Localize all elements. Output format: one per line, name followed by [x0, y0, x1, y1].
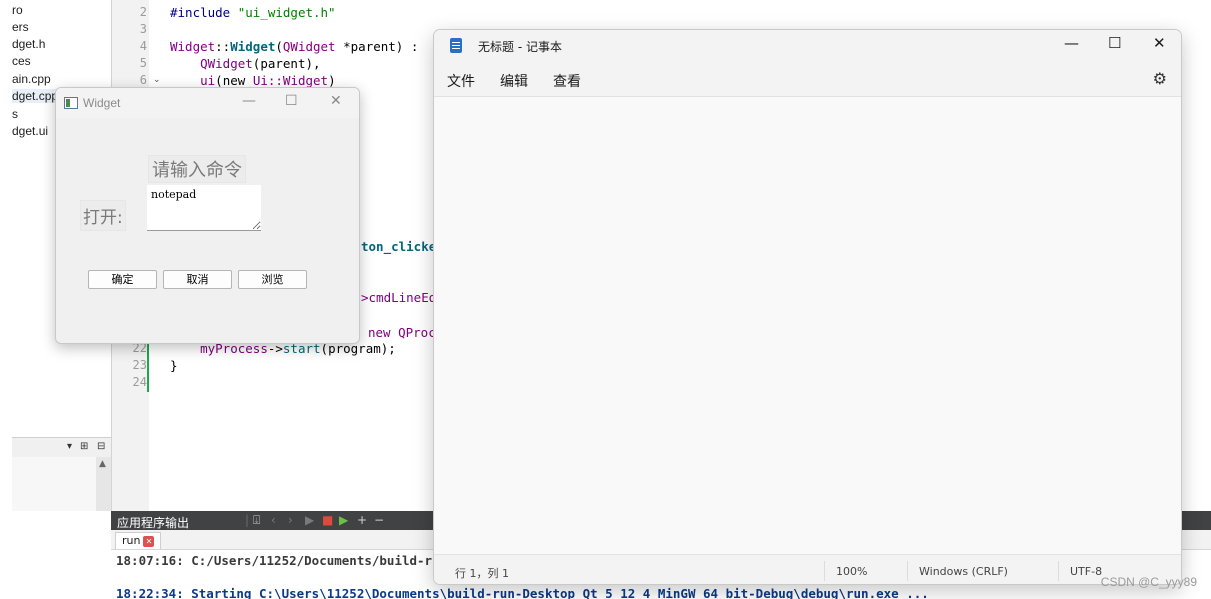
split-icon[interactable]: ⊞ — [80, 441, 88, 452]
cancel-button[interactable]: 取消 — [163, 270, 232, 289]
ok-button[interactable]: 确定 — [88, 270, 157, 289]
open-label: 打开: — [80, 200, 126, 231]
line-ending: Windows (CRLF) — [919, 565, 1008, 578]
maximize-icon[interactable]: ☐ — [1108, 34, 1121, 52]
minimize-icon[interactable]: — — [1064, 34, 1079, 52]
tree-item[interactable]: ers — [12, 20, 29, 34]
debug-icon[interactable]: ▶ — [339, 513, 348, 527]
bottom-panel-header: ▾ ⊞ ⊟ — [12, 437, 111, 457]
line-number: 3 — [139, 22, 147, 36]
close-icon[interactable]: ✕ — [1153, 34, 1166, 52]
line-number: 24 — [132, 375, 147, 389]
watermark: CSDN @C_yyy89 — [1100, 575, 1197, 589]
stop-icon[interactable]: ■ — [322, 513, 333, 527]
notepad-window: 无标题 - 记事本 — ☐ ✕ 文件 编辑 查看 ⚙ 行 1，列 1 100% … — [433, 29, 1182, 585]
tree-item[interactable]: ro — [12, 3, 23, 17]
code-line: ui(new Ui::Widget) — [200, 73, 336, 88]
attach-icon[interactable]: ⍗ — [253, 513, 260, 528]
next-icon[interactable]: › — [288, 513, 293, 527]
code-line: } — [170, 358, 178, 373]
line-number: 6 — [139, 73, 147, 87]
code-fragment: >cmdLineEd — [361, 290, 437, 305]
code-fragment: ton_clicke — [361, 239, 437, 254]
maximize-icon[interactable]: ☐ — [285, 93, 298, 109]
tree-item[interactable]: dget.ui — [12, 124, 48, 138]
command-input[interactable]: notepad — [147, 185, 261, 231]
tab-label: run — [122, 534, 141, 547]
close-panel-icon[interactable]: ⊟ — [97, 441, 105, 452]
window-title: Widget — [83, 96, 121, 110]
code-fragment: new QProc — [368, 325, 436, 340]
scroll-up-icon[interactable]: ▲ — [99, 459, 106, 469]
run-icon[interactable]: ▶ — [305, 513, 314, 527]
code-line: Widget::Widget(QWidget *parent) : — [170, 39, 419, 54]
widget-titlebar[interactable]: Widget — ☐ ✕ — [56, 88, 359, 118]
tree-item[interactable]: s — [12, 107, 18, 121]
tree-item[interactable]: dget.h — [12, 37, 45, 51]
close-icon[interactable]: ✕ — [330, 93, 342, 109]
prev-icon[interactable]: ‹ — [271, 513, 276, 527]
add-icon[interactable]: + — [357, 513, 367, 527]
app-icon — [64, 97, 78, 109]
notepad-text-area[interactable] — [434, 97, 1181, 554]
output-line: 18:22:34: Starting C:\Users\11252\Docume… — [116, 586, 929, 599]
encoding: UTF-8 — [1070, 565, 1103, 578]
output-panel-title: 应用程序输出 — [117, 516, 190, 530]
fold-arrow-icon[interactable]: ⌄ — [153, 75, 161, 85]
change-marker — [147, 338, 149, 392]
cursor-position: 行 1，列 1 — [455, 567, 509, 580]
close-icon[interactable]: ✕ — [143, 536, 155, 547]
notepad-menubar: 文件 编辑 查看 ⚙ — [434, 63, 1181, 97]
menu-file[interactable]: 文件 — [447, 71, 475, 91]
window-title: 无标题 - 记事本 — [478, 40, 562, 54]
menu-edit[interactable]: 编辑 — [500, 71, 528, 91]
tree-item[interactable]: ces — [12, 54, 31, 68]
line-number: 2 — [139, 5, 147, 19]
tree-item[interactable]: ain.cpp — [12, 72, 51, 86]
output-line: 18:07:16: C:/Users/11252/Documents/build… — [116, 553, 433, 568]
notepad-icon — [450, 38, 462, 53]
zoom-level: 100% — [836, 565, 868, 578]
remove-icon[interactable]: − — [374, 513, 384, 527]
notepad-statusbar: 行 1，列 1 100% Windows (CRLF) UTF-8 — [434, 554, 1181, 584]
code-line: QWidget(parent), — [200, 56, 321, 71]
command-prompt-label: 请输入命令 — [148, 155, 246, 183]
notepad-titlebar[interactable]: 无标题 - 记事本 — ☐ ✕ — [434, 30, 1181, 63]
tab-run[interactable]: run ✕ — [115, 532, 162, 549]
widget-window: Widget — ☐ ✕ 请输入命令 打开: notepad 确定 取消 浏览 — [55, 87, 360, 344]
minimize-icon[interactable]: — — [242, 93, 256, 109]
dropdown-icon[interactable]: ▾ — [67, 441, 72, 452]
menu-view[interactable]: 查看 — [553, 71, 581, 91]
browse-button[interactable]: 浏览 — [238, 270, 307, 289]
gear-icon[interactable]: ⚙ — [1153, 69, 1167, 88]
line-number: 23 — [132, 358, 147, 372]
code-line: #include "ui_widget.h" — [170, 5, 336, 20]
line-number: 5 — [139, 56, 147, 70]
line-number: 4 — [139, 39, 147, 53]
